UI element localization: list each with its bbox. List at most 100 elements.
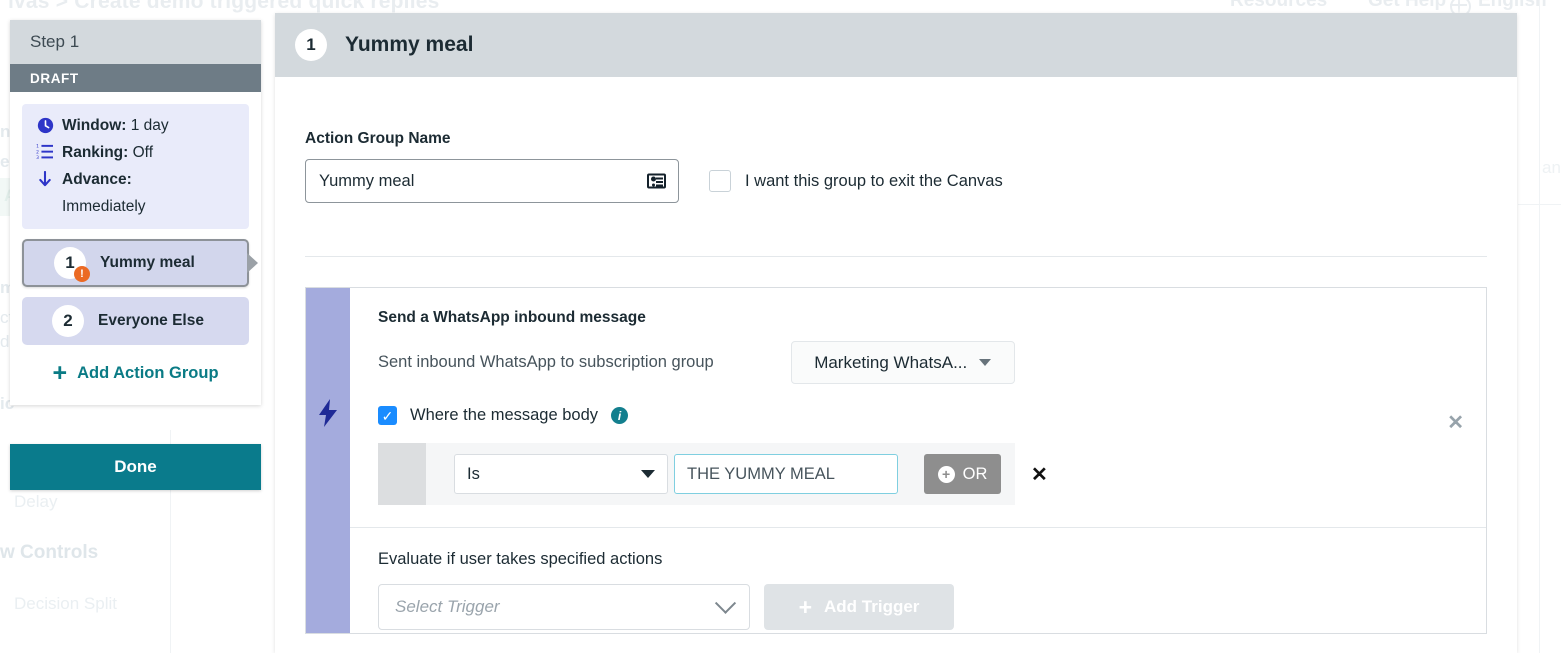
remove-condition-button[interactable]: ✕	[1031, 462, 1048, 487]
sidebar-item-action-group-1[interactable]: 1 ! Yummy meal	[22, 239, 258, 287]
select-trigger-dropdown[interactable]: Select Trigger	[378, 584, 750, 630]
subscription-group-select[interactable]: Marketing WhatsA...	[790, 341, 1015, 384]
condition-operator-select[interactable]: Is	[454, 454, 668, 494]
action-group-label: Yummy meal	[100, 254, 195, 271]
clock-icon	[34, 116, 56, 134]
message-body-label: Where the message body	[410, 406, 599, 424]
subscription-group-row: Sent inbound WhatsApp to subscription gr…	[378, 341, 1486, 384]
svg-text:2: 2	[36, 149, 39, 155]
ranking-list-icon: 1 2 3	[34, 143, 56, 160]
chevron-down-icon	[714, 592, 737, 614]
summary-advance-label-text: Advance:	[62, 171, 132, 188]
action-group-name-label: Action Group Name	[305, 130, 451, 147]
trigger-title: Send a WhatsApp inbound message	[378, 309, 646, 326]
summary-row-advance: Advance:	[34, 170, 235, 189]
select-trigger-placeholder: Select Trigger	[395, 597, 500, 616]
add-trigger-button[interactable]: + Add Trigger	[764, 584, 954, 630]
add-action-group-label: Add Action Group	[77, 363, 219, 382]
background-sidebar-item-delay: Delay	[14, 492, 58, 511]
background-fragment: an	[1542, 158, 1561, 177]
summary-row-window: Window: 1 day	[34, 116, 235, 135]
svg-text:3: 3	[36, 155, 39, 160]
panel-header-number-badge: 1	[295, 29, 327, 61]
svg-text:1: 1	[36, 144, 39, 150]
condition-handle	[378, 443, 426, 505]
personalization-icon[interactable]	[647, 173, 666, 189]
summary-ranking-value: Off	[132, 144, 154, 161]
background-breadcrumb: ivas > Create demo triggered quick repli…	[8, 0, 440, 13]
action-group-name-input[interactable]	[306, 160, 678, 202]
background-sidebar-item-decision-split: Decision Split	[14, 594, 117, 613]
selected-arrow-icon	[247, 253, 258, 273]
plus-icon: +	[937, 465, 955, 483]
lightning-bolt-icon	[317, 399, 339, 432]
action-group-name-row: I want this group to exit the Canvas	[305, 159, 1487, 203]
plus-icon: +	[798, 593, 813, 620]
step-label: Step 1	[30, 32, 80, 51]
summary-window-value: 1 day	[130, 117, 169, 134]
condition-value-input[interactable]	[674, 454, 898, 494]
action-group-number-badge: 2	[52, 305, 84, 337]
trigger-card: ✕ Send a WhatsApp inbound message Sent i…	[305, 287, 1487, 634]
info-icon[interactable]: i	[611, 407, 629, 424]
whatsapp-trigger-section: Send a WhatsApp inbound message Sent inb…	[350, 288, 1486, 505]
exit-canvas-checkbox[interactable]	[709, 170, 731, 192]
summary-ranking-label: Ranking:	[62, 144, 129, 161]
plus-icon: +	[52, 358, 68, 387]
background-fragment: n	[0, 122, 11, 141]
status-badge-label: DRAFT	[30, 70, 79, 86]
step-header: Step 1	[10, 20, 261, 64]
message-body-checkbox-row[interactable]: ✓ Where the message body i	[378, 406, 1486, 425]
background-divider	[1518, 204, 1561, 205]
summary-window-label: Window:	[62, 117, 127, 134]
sidebar-item-action-group-2[interactable]: 2 Everyone Else	[22, 297, 249, 345]
panel-body: Action Group Name I want this group to e…	[275, 130, 1517, 634]
panel-header: 1 Yummy meal	[275, 13, 1517, 77]
summary-window: Window: 1 day	[62, 116, 169, 135]
action-group-detail-panel: 1 Yummy meal Action Group Name I want th…	[275, 13, 1517, 653]
trigger-card-rail	[306, 288, 350, 633]
chevron-down-icon	[641, 470, 655, 478]
background-nav-get-help: Get Help	[1368, 0, 1447, 11]
summary-row-ranking: 1 2 3 Ranking: Off	[34, 143, 235, 162]
background-sidebar-heading: w Controls	[0, 542, 99, 563]
step-body: Window: 1 day 1 2 3 Ranking: Off Advance…	[10, 92, 261, 405]
chevron-down-icon	[979, 359, 992, 366]
section-divider	[305, 256, 1487, 257]
subscription-group-value: Marketing WhatsA...	[814, 352, 968, 372]
background-divider	[1539, 0, 1540, 653]
summary-advance-label: Advance:	[62, 170, 132, 189]
page-title: Yummy meal	[345, 33, 474, 56]
subscription-group-label: Sent inbound WhatsApp to subscription gr…	[378, 353, 714, 371]
action-group-number: 1	[65, 253, 75, 272]
exit-canvas-label: I want this group to exit the Canvas	[745, 171, 1003, 190]
add-trigger-label: Add Trigger	[824, 597, 920, 616]
down-arrow-icon	[34, 170, 56, 188]
step-panel: Step 1 DRAFT Window: 1 day 1 2 3 Ranking…	[10, 20, 261, 405]
action-group-label: Everyone Else	[98, 312, 204, 329]
action-group-number: 2	[63, 311, 73, 330]
done-button[interactable]: Done	[10, 444, 261, 490]
add-or-condition-button[interactable]: + OR	[924, 454, 1001, 494]
alert-icon: !	[74, 266, 90, 282]
action-group-number-badge: 1 !	[54, 247, 90, 282]
add-action-group-button[interactable]: + Add Action Group	[22, 351, 249, 395]
condition-operator-value: Is	[467, 464, 480, 483]
or-button-label: OR	[962, 464, 988, 483]
condition-strip: Is + OR	[378, 443, 1015, 505]
background-language: English	[1478, 0, 1547, 11]
trigger-card-content: ✕ Send a WhatsApp inbound message Sent i…	[350, 288, 1486, 633]
status-badge: DRAFT	[10, 64, 261, 92]
background-nav-resources: Resources	[1230, 0, 1328, 11]
action-group-name-field[interactable]	[305, 159, 679, 203]
panel-header-number: 1	[306, 35, 316, 54]
condition-row: Is + OR ✕	[378, 443, 1486, 505]
summary-ranking: Ranking: Off	[62, 143, 153, 162]
evaluate-actions-label: Evaluate if user takes specified actions	[378, 550, 663, 568]
exit-canvas-checkbox-row[interactable]: I want this group to exit the Canvas	[709, 170, 1003, 192]
step-summary-card: Window: 1 day 1 2 3 Ranking: Off Advance…	[22, 104, 249, 229]
select-trigger-row: Select Trigger + Add Trigger	[350, 569, 1486, 630]
done-button-label: Done	[114, 457, 157, 476]
message-body-checkbox[interactable]: ✓	[378, 406, 397, 425]
summary-advance-value: Immediately	[62, 198, 146, 215]
